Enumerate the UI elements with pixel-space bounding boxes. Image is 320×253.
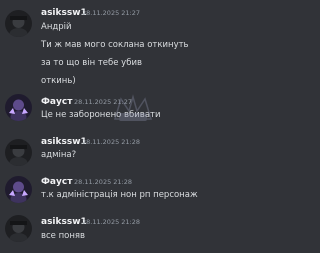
message-timestamp: 28.11.2025 21:28 <box>82 138 141 146</box>
user-avatar-icon[interactable] <box>5 176 32 203</box>
message-author[interactable]: asikssw1 <box>41 137 87 148</box>
message-text: Андрій <box>41 22 72 32</box>
message-timestamp: 28.11.2025 21:27 <box>82 9 141 17</box>
message-text: т.к адміністрація нон рп персонаж <box>41 190 198 200</box>
user-avatar-icon[interactable] <box>5 94 32 121</box>
message-timestamp: 28.11.2025 21:27 <box>74 98 133 106</box>
message-timestamp: 28.11.2025 21:28 <box>82 218 141 226</box>
message-text: адміна? <box>41 150 77 160</box>
message-author[interactable]: Фауст <box>41 177 72 188</box>
user-avatar-icon[interactable] <box>5 10 32 37</box>
message-author[interactable]: asikssw1 <box>41 8 87 19</box>
message-text: откинь) <box>41 76 76 86</box>
message-timestamp: 28.11.2025 21:28 <box>74 178 133 186</box>
message-author[interactable]: Фауст <box>41 97 72 108</box>
message-text: все поняв <box>41 231 86 241</box>
chat-message-list: asikssw1 28.11.2025 21:27 Андрій Ти ж ма… <box>0 0 250 253</box>
user-avatar-icon[interactable] <box>5 139 32 166</box>
message-text: Це не заборонено вбивати <box>41 110 161 120</box>
user-avatar-icon[interactable] <box>5 215 32 242</box>
message-author[interactable]: asikssw1 <box>41 217 87 228</box>
message-text: Ти ж мав мого соклана откинуть <box>41 40 189 50</box>
message-text: за то що він тебе убив <box>41 58 142 68</box>
